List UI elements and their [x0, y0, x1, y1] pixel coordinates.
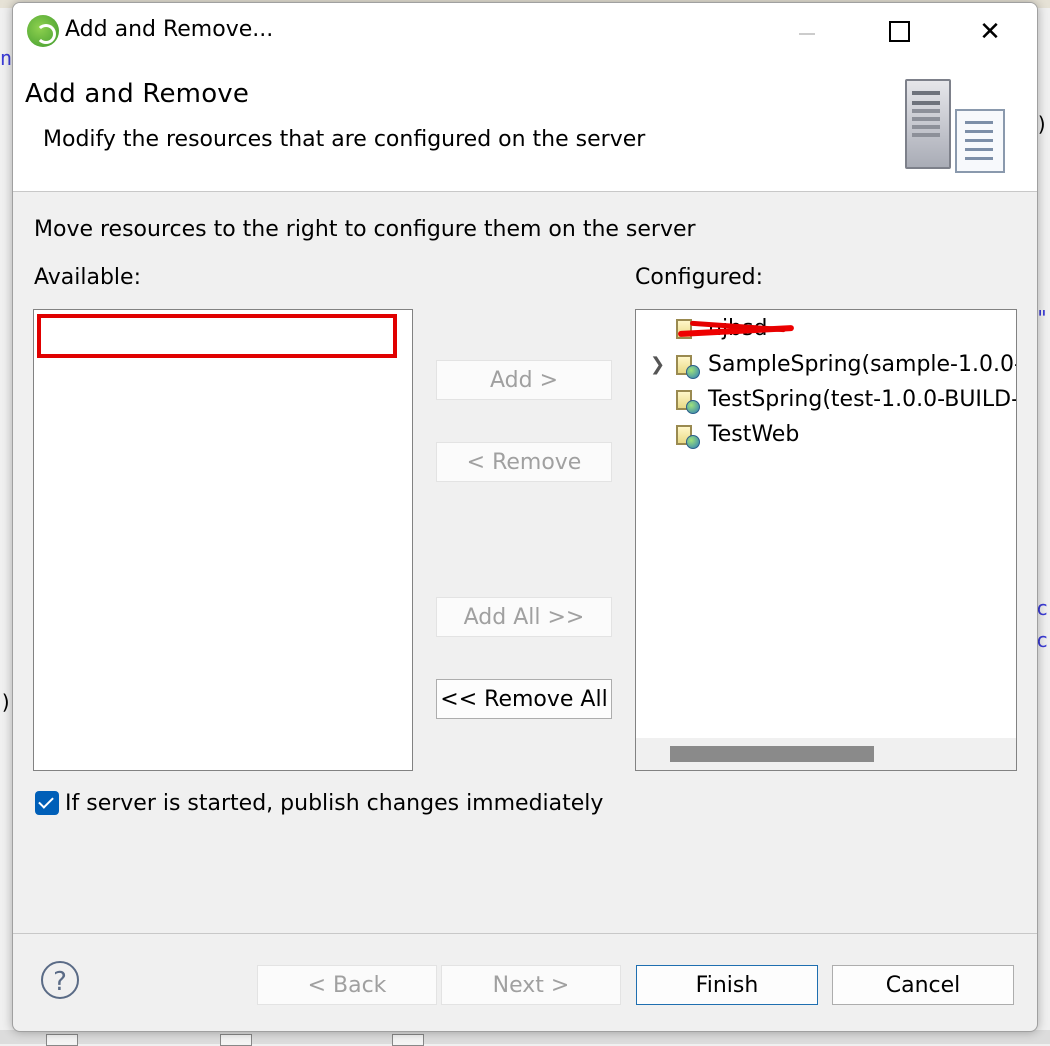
background-ide-tabbar: [0, 1030, 1050, 1046]
help-icon[interactable]: ?: [41, 961, 79, 999]
minimize-button[interactable]: [783, 11, 829, 53]
window-title: Add and Remove...: [65, 17, 274, 42]
publish-checkbox-label[interactable]: If server is started, publish changes im…: [65, 791, 603, 816]
back-button[interactable]: < Back: [257, 965, 437, 1005]
server-icon: [895, 75, 1015, 185]
scrollbar-thumb[interactable]: [670, 746, 874, 762]
next-button[interactable]: Next >: [441, 965, 621, 1005]
add-button[interactable]: Add >: [436, 360, 612, 400]
maximize-button[interactable]: [875, 11, 921, 53]
footer-divider: [13, 933, 1037, 934]
background-code-fragment: n: [0, 46, 13, 70]
configured-list[interactable]: njbsd ❯ SampleSpring(sample-1.0.0-B Test…: [635, 309, 1017, 771]
highlight-box: [37, 314, 397, 358]
publish-checkbox[interactable]: [35, 791, 59, 815]
dialog-banner: Add and Remove Modify the resources that…: [13, 61, 1037, 192]
banner-description: Modify the resources that are configured…: [43, 127, 646, 152]
title-bar[interactable]: Add and Remove... ✕: [13, 3, 1037, 61]
spring-app-icon: [27, 15, 59, 47]
add-all-button[interactable]: Add All >>: [436, 597, 612, 637]
close-button[interactable]: ✕: [967, 11, 1013, 53]
tree-item-label: TestSpring(test-1.0.0-BUILD-S: [708, 387, 1017, 412]
remove-button[interactable]: < Remove: [436, 442, 612, 482]
web-module-icon: [676, 353, 700, 379]
close-icon: ✕: [979, 17, 1001, 47]
chevron-right-icon[interactable]: ❯: [650, 348, 665, 382]
available-label: Available:: [34, 265, 141, 290]
tree-item-label: SampleSpring(sample-1.0.0-B: [708, 352, 1017, 377]
cancel-button[interactable]: Cancel: [832, 965, 1014, 1005]
available-list[interactable]: [33, 309, 413, 771]
tree-item-label: TestWeb: [708, 422, 800, 447]
instruction-text: Move resources to the right to configure…: [34, 217, 696, 242]
web-module-icon: [676, 423, 700, 449]
remove-all-button[interactable]: << Remove All: [436, 679, 612, 719]
add-remove-dialog: Add and Remove... ✕ Add and Remove Modif…: [12, 2, 1038, 1032]
web-module-icon: [676, 388, 700, 414]
horizontal-scrollbar[interactable]: [636, 738, 1016, 770]
background-code-fragment: ): [0, 690, 13, 714]
banner-title: Add and Remove: [25, 79, 250, 109]
configured-label: Configured:: [635, 265, 764, 290]
finish-button[interactable]: Finish: [636, 965, 818, 1005]
